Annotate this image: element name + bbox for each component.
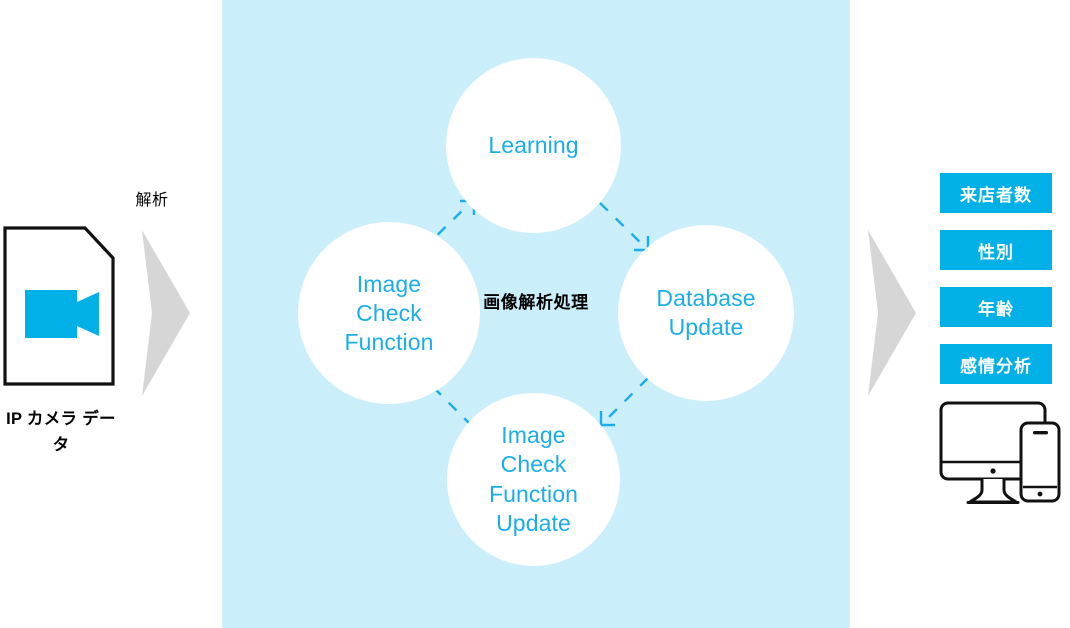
cycle-node-learning[interactable]: Learning bbox=[446, 58, 621, 233]
output-badge-list: 来店者数 性別 年齢 感情分析 bbox=[940, 173, 1052, 401]
chevron-right-arrow-icon bbox=[138, 228, 198, 398]
cycle-node-database-update[interactable]: Database Update bbox=[618, 225, 794, 401]
analysis-flow-label: 解析 bbox=[135, 192, 169, 209]
output-badge-gender[interactable]: 性別 bbox=[940, 230, 1052, 270]
connector-top-to-right bbox=[599, 202, 650, 252]
cycle-node-image-check-function-update[interactable]: Image Check Function Update bbox=[447, 393, 620, 566]
chevron-right-arrow-icon-output bbox=[864, 228, 924, 398]
output-badge-visitors[interactable]: 来店者数 bbox=[940, 173, 1052, 213]
source-column: IP カメラ データ 解析 bbox=[0, 0, 222, 628]
output-badge-emotion[interactable]: 感情分析 bbox=[940, 344, 1052, 384]
output-badge-age[interactable]: 年齢 bbox=[940, 287, 1052, 327]
image-analysis-panel: Learning Image Check Function Database U… bbox=[222, 0, 850, 628]
cycle-node-image-check-function[interactable]: Image Check Function bbox=[298, 222, 480, 404]
video-camera-document-icon bbox=[3, 226, 115, 386]
monitor-and-smartphone-icon bbox=[938, 398, 1063, 508]
source-label: IP カメラ データ bbox=[6, 410, 116, 454]
cycle-caption: 画像解析処理 bbox=[483, 293, 589, 312]
output-column: 来店者数 性別 年齢 感情分析 bbox=[850, 0, 1070, 628]
connector-right-to-bottom bbox=[599, 377, 649, 427]
